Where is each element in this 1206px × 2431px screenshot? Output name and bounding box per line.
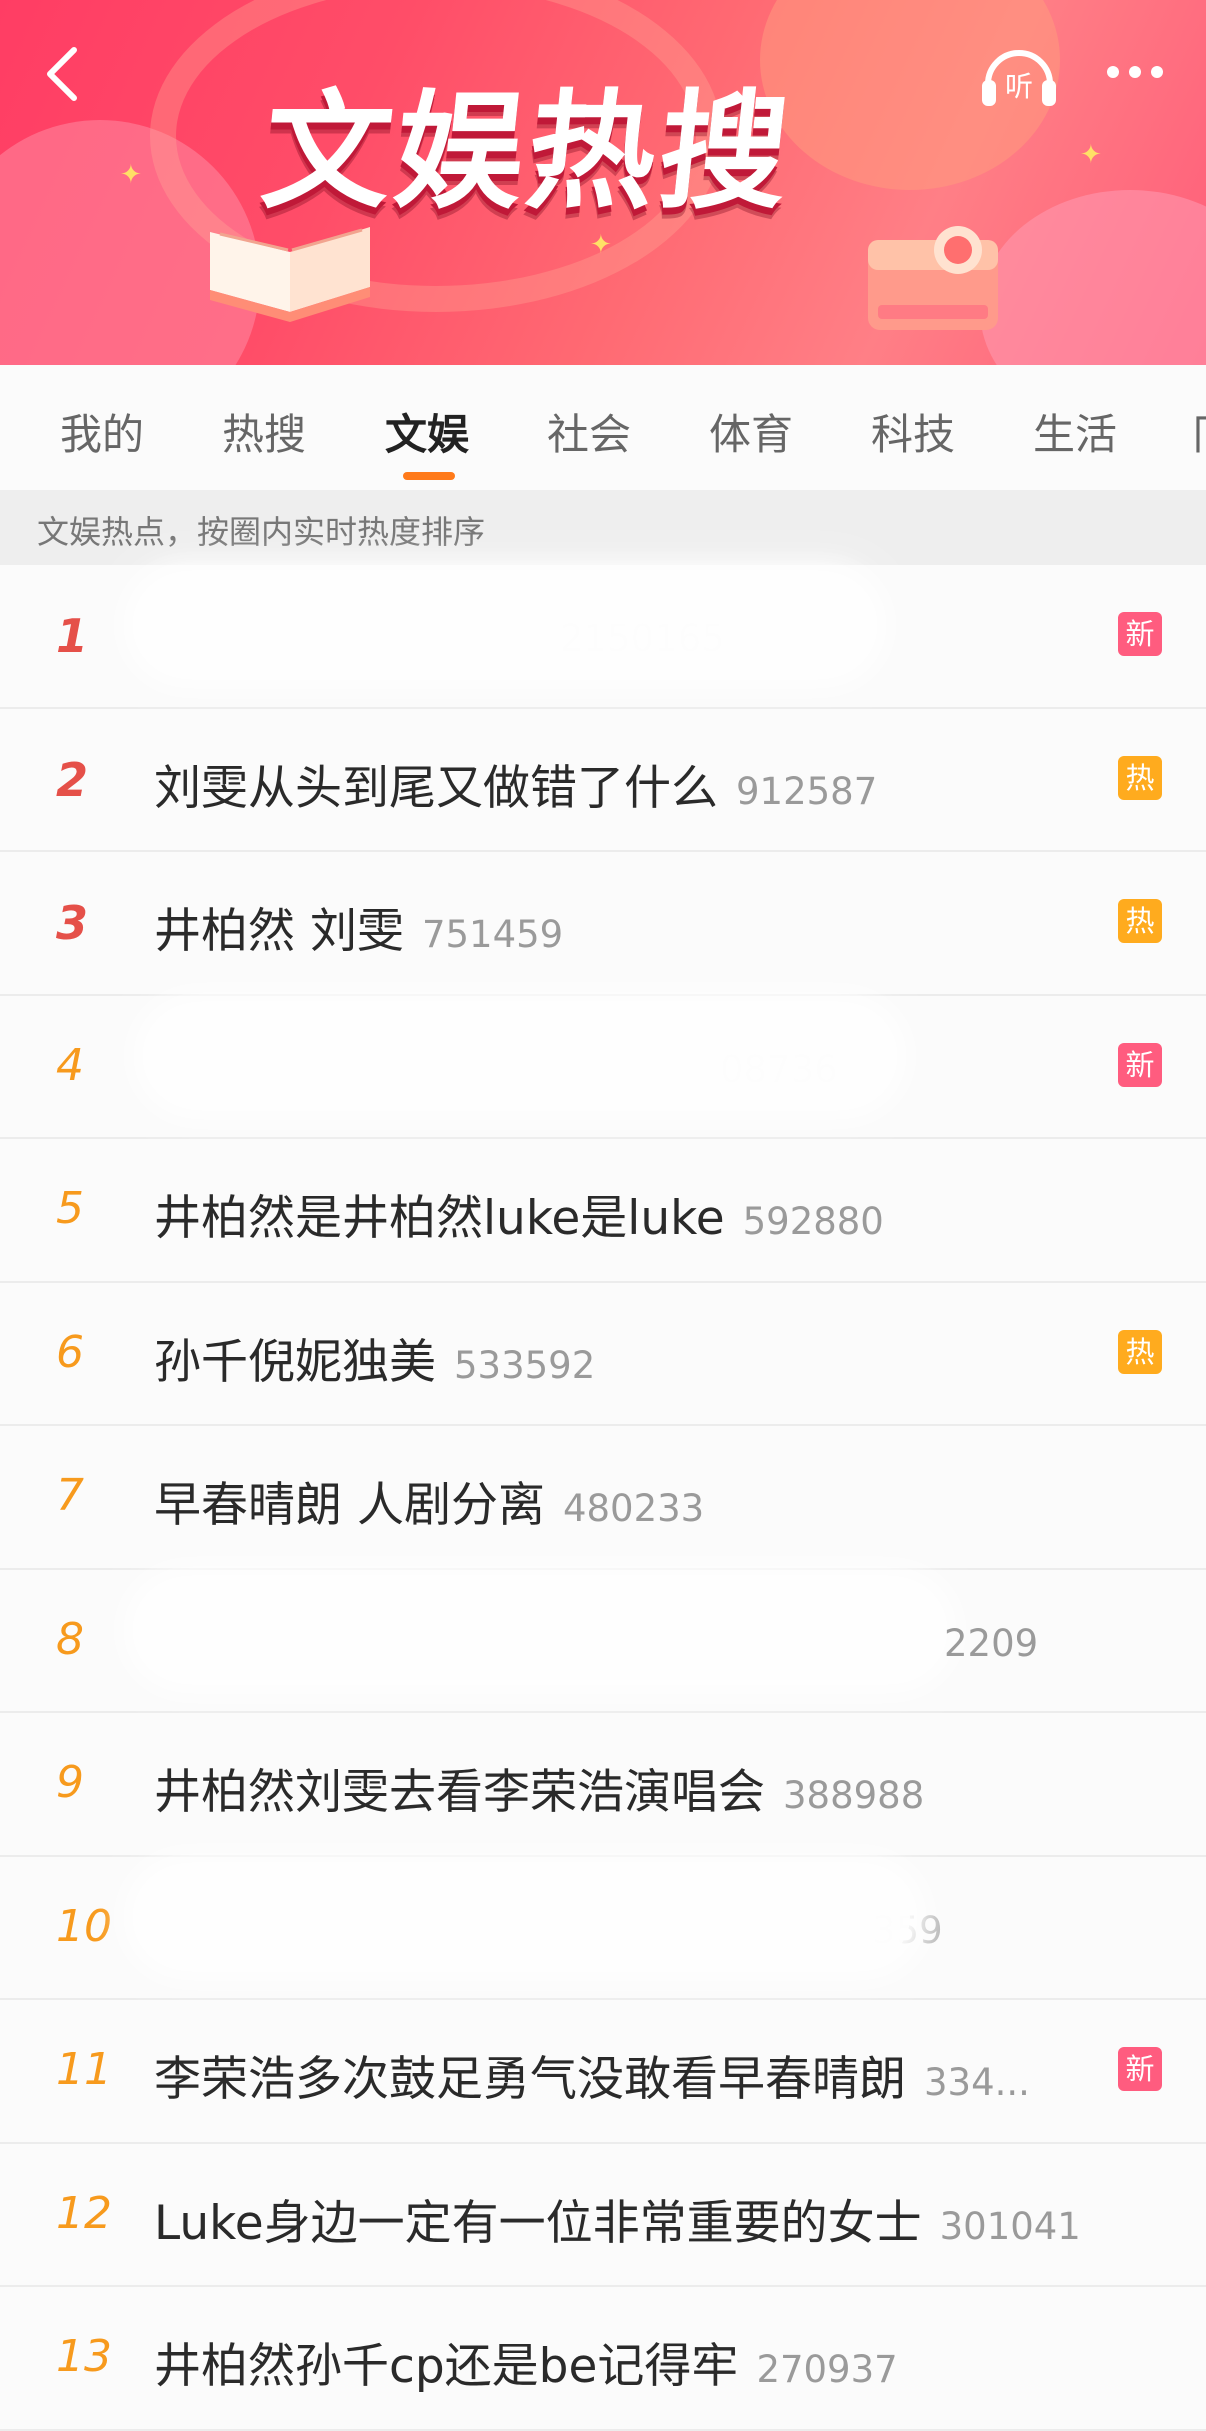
list-item[interactable]: 5 井柏然是井柏然luke是luke 592880 xyxy=(0,1139,1206,1283)
rank-number: 7 xyxy=(56,1470,84,1521)
chevron-left-icon xyxy=(47,47,77,101)
list-item[interactable]: 1 2150165 新 xyxy=(0,565,1206,709)
list-description: 文娱热点，按圈内实时热度排序 xyxy=(0,490,1206,565)
new-badge: 新 xyxy=(1118,2047,1162,2091)
tab-life[interactable]: 生活 xyxy=(1033,401,1117,462)
topic-title: 李荣浩多次鼓足勇气没敢看早春晴朗 xyxy=(154,2052,906,2107)
list-item[interactable]: 2 刘雯从头到尾又做错了什么 912587 热 xyxy=(0,708,1206,852)
tab-mine[interactable]: 我的 xyxy=(60,401,144,462)
heat-count: 751459 xyxy=(421,913,564,956)
tab-more[interactable]: 冂 xyxy=(1192,401,1206,462)
camera-icon xyxy=(868,226,998,330)
new-badge: 新 xyxy=(1118,1042,1162,1087)
rank-number: 9 xyxy=(56,1757,84,1808)
heat-count: 533592 xyxy=(454,1343,596,1387)
topic-title: 孙千倪妮独美 xyxy=(154,1334,436,1390)
headphones-icon: 听 xyxy=(982,50,1056,106)
heat-count: 480233 xyxy=(562,1487,705,1530)
list-item-title: 井柏然 刘雯 751459 xyxy=(154,892,563,961)
heat-count: 270937 xyxy=(756,2348,898,2391)
list-item[interactable]: 3 井柏然 刘雯 751459 热 xyxy=(0,852,1206,996)
list-item-title: 井柏然孙千cp还是be记得牢 270937 xyxy=(154,2327,898,2396)
tab-hot-search[interactable]: 热搜 xyxy=(222,401,306,462)
redaction-blur xyxy=(140,1870,910,1963)
rank-number: 6 xyxy=(56,1326,84,1378)
list-item-title: Luke身边一定有一位非常重要的女士 301041 xyxy=(154,2184,1081,2253)
heat-count: 388988 xyxy=(783,1774,925,1817)
hot-badge: 热 xyxy=(1118,755,1162,800)
tab-sports[interactable]: 体育 xyxy=(709,401,793,462)
list-item-title: 井柏然刘雯去看李荣浩演唱会 388988 xyxy=(154,1753,924,1822)
list-item[interactable]: 7 早春晴朗 人剧分离 480233 xyxy=(0,1426,1206,1570)
topic-title: 刘雯从头到尾又做错了什么 xyxy=(154,760,718,816)
back-button[interactable] xyxy=(36,42,96,102)
list-item[interactable]: 13 井柏然孙千cp还是be记得牢 270937 xyxy=(0,2287,1206,2431)
heat-count: 301041 xyxy=(939,2204,1081,2248)
rank-number: 13 xyxy=(56,2331,112,2382)
more-dots-icon xyxy=(1107,66,1163,78)
tab-society[interactable]: 社会 xyxy=(547,401,631,462)
tab-tech[interactable]: 科技 xyxy=(871,401,955,462)
obscured-count: 2209 xyxy=(944,1621,1039,1665)
rank-number: 11 xyxy=(56,2044,112,2095)
trending-list: 1 2150165 新 2 刘雯从头到尾又做错了什么912587 热 3 井柏然… xyxy=(0,565,1206,2431)
topic-title: Luke身边一定有一位非常重要的女士 xyxy=(154,2195,922,2251)
list-item-title: 刘雯从头到尾又做错了什么 912587 xyxy=(154,749,877,818)
topic-title: 井柏然 刘雯 xyxy=(154,904,404,959)
hot-badge: 热 xyxy=(1118,899,1162,943)
header-banner: 文娱热搜 ✦ ✦ ✦ 听 xyxy=(0,0,1206,365)
redaction-blur xyxy=(140,579,870,671)
rank-number: 5 xyxy=(56,1183,84,1234)
list-item[interactable]: 10 359 xyxy=(0,1856,1206,2000)
rank-number: 12 xyxy=(56,2187,112,2239)
list-description-text: 文娱热点，按圈内实时热度排序 xyxy=(37,513,486,551)
redaction-blur xyxy=(150,1009,890,1102)
list-item[interactable]: 11 李荣浩多次鼓足勇气没敢看早春晴朗 334... 新 xyxy=(0,2000,1206,2144)
rank-number: 3 xyxy=(56,896,89,950)
list-item[interactable]: 4 08736 新 xyxy=(0,995,1206,1139)
active-tab-indicator xyxy=(403,472,455,480)
topic-title: 井柏然刘雯去看李荣浩演唱会 xyxy=(154,1765,765,1820)
sparkle-icon: ✦ xyxy=(120,160,142,190)
tab-entertainment[interactable]: 文娱 xyxy=(385,401,469,462)
listen-button[interactable]: 听 xyxy=(978,36,1060,110)
list-item[interactable]: 12 Luke身边一定有一位非常重要的女士 301041 xyxy=(0,2143,1206,2287)
list-item[interactable]: 9 井柏然刘雯去看李荣浩演唱会 388988 xyxy=(0,1713,1206,1857)
topic-title: 早春晴朗 人剧分离 xyxy=(154,1478,545,1533)
book-icon xyxy=(210,227,370,322)
sparkle-icon: ✦ xyxy=(1080,140,1102,170)
redaction-blur xyxy=(140,1583,940,1676)
heat-count: 592880 xyxy=(742,1200,884,1243)
rank-number: 8 xyxy=(56,1613,84,1665)
rank-number: 4 xyxy=(56,1039,84,1091)
heat-count: 334... xyxy=(924,2061,1030,2104)
list-item[interactable]: 6 孙千倪妮独美 533592 热 xyxy=(0,1282,1206,1426)
new-badge: 新 xyxy=(1118,612,1162,656)
topic-title: 井柏然是井柏然luke是luke xyxy=(154,1191,725,1246)
heat-count: 912587 xyxy=(736,769,878,813)
topic-title: 井柏然孙千cp还是be记得牢 xyxy=(154,2339,739,2394)
listen-label: 听 xyxy=(1005,70,1033,103)
rank-number: 2 xyxy=(56,752,89,807)
hot-badge: 热 xyxy=(1118,1329,1162,1374)
rank-number: 10 xyxy=(56,1900,112,1952)
more-button[interactable] xyxy=(1085,44,1185,100)
rank-number: 1 xyxy=(56,609,89,663)
list-item-title: 李荣浩多次鼓足勇气没敢看早春晴朗 334... xyxy=(154,2040,1030,2109)
category-tabs: 我的 热搜 文娱 社会 体育 科技 生活 冂 xyxy=(0,365,1206,490)
list-item-title: 早春晴朗 人剧分离 480233 xyxy=(154,1466,704,1535)
list-item-title: 孙千倪妮独美 533592 xyxy=(154,1323,595,1392)
list-item[interactable]: 8 2209 xyxy=(0,1569,1206,1713)
list-item-title: 井柏然是井柏然luke是luke 592880 xyxy=(154,1179,884,1248)
sparkle-icon: ✦ xyxy=(590,230,612,260)
